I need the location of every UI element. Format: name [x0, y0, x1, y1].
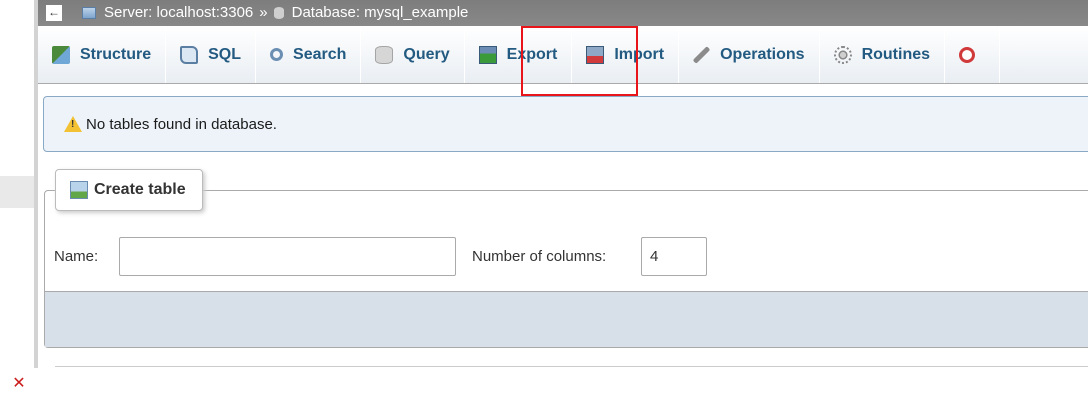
no-tables-notice: No tables found in database. [43, 96, 1088, 152]
breadcrumb-separator: » [259, 4, 268, 21]
operations-icon [692, 45, 711, 64]
top-menu-tabs: Structure SQL Search Query Export Import… [38, 26, 1088, 84]
close-icon[interactable]: ✕ [10, 374, 28, 392]
tab-query-label: Query [403, 45, 450, 63]
tab-routines-label: Routines [861, 45, 931, 63]
tab-search-label: Search [293, 45, 347, 63]
create-table-title: Create table [94, 181, 186, 198]
collapse-navigation-button[interactable]: ← [46, 5, 62, 21]
tab-import-label: Import [614, 45, 665, 63]
tab-structure[interactable]: Structure [38, 26, 167, 83]
left-panel-strip [0, 0, 36, 398]
server-icon [82, 7, 96, 19]
tab-export-label: Export [506, 45, 558, 63]
tab-sql-label: SQL [208, 45, 242, 63]
tab-import[interactable]: Import [572, 26, 680, 83]
structure-icon [52, 45, 70, 64]
tab-events[interactable] [945, 26, 1001, 83]
import-icon [586, 45, 605, 64]
breadcrumb: ← Server: localhost:3306 » Database: mys… [38, 0, 1088, 26]
number-of-columns-input[interactable] [641, 237, 707, 276]
notice-text: No tables found in database. [86, 115, 277, 133]
breadcrumb-server-link[interactable]: Server: localhost:3306 [104, 0, 253, 26]
number-of-columns-label: Number of columns: [472, 248, 607, 265]
tab-search[interactable]: Search [256, 26, 362, 83]
tab-operations-label: Operations [720, 45, 805, 63]
search-icon [270, 48, 284, 61]
breadcrumb-database-link[interactable]: Database: mysql_example [292, 0, 469, 26]
tab-operations[interactable]: Operations [679, 26, 820, 83]
table-name-input[interactable] [119, 237, 456, 276]
warning-icon [64, 116, 82, 132]
routines-icon [833, 45, 852, 64]
tab-sql[interactable]: SQL [166, 26, 257, 83]
create-table-footer [45, 291, 1088, 347]
sql-icon [180, 45, 199, 64]
left-panel-band [0, 176, 36, 208]
tab-structure-label: Structure [80, 45, 152, 63]
table-name-label: Name: [54, 248, 99, 265]
create-table-icon [70, 181, 88, 199]
tab-export[interactable]: Export [465, 26, 573, 83]
clock-icon [959, 46, 976, 63]
export-icon [478, 45, 497, 64]
create-table-legend: Create table [55, 169, 203, 211]
database-icon [273, 7, 284, 19]
tab-query[interactable]: Query [361, 26, 465, 83]
tab-routines[interactable]: Routines [820, 26, 946, 83]
divider [55, 366, 1088, 367]
query-icon [375, 45, 394, 64]
